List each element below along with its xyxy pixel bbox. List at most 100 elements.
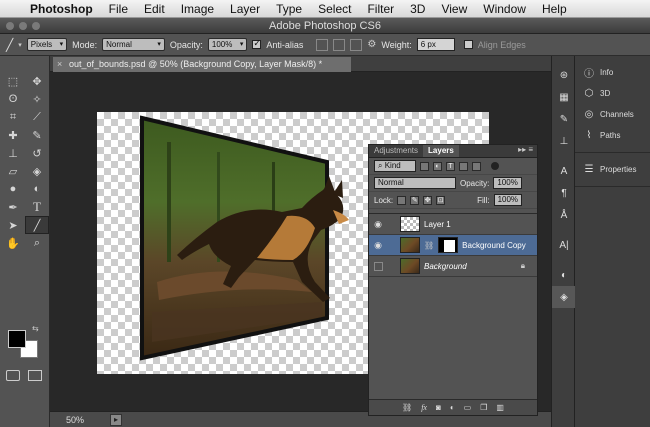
visibility-eye-icon[interactable]: ◉ [372, 219, 384, 230]
menu-3d[interactable]: 3D [402, 2, 433, 16]
blend-mode-select[interactable]: Normal [374, 177, 456, 189]
brush-tool-icon[interactable]: ✎ [25, 126, 49, 144]
filter-adjustment-icon[interactable]: ◐ [433, 161, 442, 171]
lock-transparent-icon[interactable] [397, 195, 407, 205]
path-operations-icon[interactable] [316, 38, 329, 51]
layer-name[interactable]: Background Copy [462, 241, 526, 250]
lasso-tool-icon[interactable]: ʘ [1, 90, 25, 108]
opacity-select[interactable]: 100% [207, 38, 248, 51]
layer-opacity-select[interactable]: 100% [493, 177, 522, 189]
zoom-tool-icon[interactable]: ⌕ [25, 234, 49, 252]
menu-select[interactable]: Select [310, 2, 359, 16]
menu-edit[interactable]: Edit [136, 2, 173, 16]
paint-bucket-tool-icon[interactable]: ◈ [25, 162, 49, 180]
visibility-eye-icon[interactable]: ◉ [372, 240, 384, 251]
glyphs-panel-icon[interactable]: Å [552, 204, 576, 226]
filter-shape-icon[interactable] [459, 161, 468, 171]
swap-colors-icon[interactable]: ⇆ [32, 324, 39, 333]
menu-filter[interactable]: Filter [359, 2, 402, 16]
close-window-button[interactable] [6, 22, 14, 30]
screen-mode-icon[interactable] [28, 370, 42, 381]
quick-mask-icon[interactable] [6, 370, 20, 381]
document-tab[interactable]: × out_of_bounds.psd @ 50% (Background Co… [53, 57, 351, 72]
type-tool-icon[interactable]: T [25, 198, 49, 216]
filter-toggle-icon[interactable] [491, 162, 499, 170]
swatches-panel-icon[interactable]: ▦ [552, 86, 576, 108]
trash-icon[interactable]: ▥ [496, 403, 504, 412]
menu-type[interactable]: Type [268, 2, 310, 16]
foreground-color-swatch[interactable] [8, 330, 26, 348]
tool-preset-arrow-icon[interactable]: ▾ [18, 41, 22, 49]
marquee-tool-icon[interactable]: ⬚ [1, 72, 25, 90]
line-tool-icon[interactable]: ╱ [6, 38, 13, 52]
gear-icon[interactable]: ⚙ [367, 39, 376, 50]
status-menu-icon[interactable]: ▸ [110, 413, 122, 426]
close-tab-icon[interactable]: × [57, 57, 62, 72]
panel-menu-icon[interactable]: ▸▸ ≡ [518, 145, 533, 154]
channels-panel-button[interactable]: ◎ Channels [575, 104, 650, 125]
layer-filter-select[interactable]: ⌕ Kind [374, 160, 416, 172]
link-icon[interactable]: ⛓ [402, 403, 412, 412]
menu-view[interactable]: View [433, 2, 475, 16]
lock-position-icon[interactable]: ✥ [423, 195, 433, 205]
dodge-tool-icon[interactable]: ◐ [25, 180, 49, 198]
layer-mask-thumbnail[interactable] [438, 237, 459, 253]
menu-image[interactable]: Image [173, 2, 222, 16]
character-panel-icon[interactable]: A [552, 160, 576, 182]
hand-tool-icon[interactable]: ✋ [1, 234, 25, 252]
tab-layers[interactable]: Layers [423, 145, 459, 157]
layers-panel-icon[interactable]: ◈ [552, 286, 576, 308]
new-layer-icon[interactable]: ❐ [480, 403, 487, 412]
visibility-toggle-empty[interactable] [374, 261, 383, 271]
move-tool-icon[interactable]: ✥ [25, 72, 49, 90]
filter-pixel-icon[interactable] [420, 161, 429, 171]
properties-panel-button[interactable]: ☰ Properties [575, 159, 650, 180]
filter-smart-object-icon[interactable] [472, 161, 481, 171]
mode-prefix-select[interactable]: Pixels [26, 38, 68, 51]
filter-type-icon[interactable]: T [446, 161, 455, 171]
layer-name[interactable]: Layer 1 [424, 220, 451, 229]
folder-icon[interactable]: ▭ [464, 403, 472, 412]
menu-layer[interactable]: Layer [222, 2, 268, 16]
fill-select[interactable]: 100% [493, 194, 523, 206]
type-panel-icon[interactable]: A| [552, 234, 576, 256]
tab-adjustments[interactable]: Adjustments [369, 145, 423, 157]
align-edges-checkbox[interactable] [463, 40, 473, 49]
paths-panel-button[interactable]: ⌇ Paths [575, 125, 650, 146]
paragraph-panel-icon[interactable]: ¶ [552, 182, 576, 204]
history-panel-icon[interactable]: ⊛ [552, 64, 576, 86]
healing-brush-tool-icon[interactable]: ✚ [1, 126, 25, 144]
lock-all-icon[interactable]: ⊡ [436, 195, 446, 205]
layer-row-background-copy[interactable]: ◉ ⛓ Background Copy [369, 235, 537, 256]
eyedropper-tool-icon[interactable]: ⟋ [25, 108, 49, 126]
blur-tool-icon[interactable]: ● [1, 180, 25, 198]
menu-file[interactable]: File [101, 2, 136, 16]
path-selection-tool-icon[interactable]: ➤ [1, 216, 25, 234]
layer-row-layer-1[interactable]: ◉ Layer 1 [369, 214, 537, 235]
info-panel-button[interactable]: ⓘ Info [575, 62, 650, 83]
mask-icon[interactable]: ◙ [436, 403, 441, 412]
3d-panel-button[interactable]: ⬡ 3D [575, 83, 650, 104]
weight-input[interactable]: 6 px [416, 38, 455, 51]
magic-wand-tool-icon[interactable]: ✧ [25, 90, 49, 108]
pen-tool-icon[interactable]: ✒ [1, 198, 25, 216]
eraser-tool-icon[interactable]: ▱ [1, 162, 25, 180]
menu-window[interactable]: Window [475, 2, 534, 16]
line-tool-icon[interactable]: ╱ [25, 216, 49, 234]
mode-select[interactable]: Normal [102, 38, 165, 51]
path-arrangement-icon[interactable] [350, 38, 363, 51]
crop-tool-icon[interactable]: ⌗ [1, 108, 25, 126]
mask-link-icon[interactable]: ⛓ [424, 241, 434, 250]
zoom-level[interactable]: 50% [66, 415, 98, 425]
menu-app-name[interactable]: Photoshop [26, 2, 101, 16]
adjustments-panel-icon[interactable]: ◐ [552, 264, 576, 286]
layer-name[interactable]: Background [424, 262, 467, 271]
adjustment-icon[interactable]: ◐ [450, 403, 455, 412]
minimize-window-button[interactable] [19, 22, 27, 30]
menu-help[interactable]: Help [534, 2, 575, 16]
clone-source-panel-icon[interactable]: ⊥ [552, 130, 576, 152]
lock-image-icon[interactable]: ✎ [410, 195, 420, 205]
history-brush-tool-icon[interactable]: ↺ [25, 144, 49, 162]
layer-row-background[interactable]: Background 🔒︎ [369, 256, 537, 277]
antialias-checkbox[interactable] [252, 38, 262, 49]
